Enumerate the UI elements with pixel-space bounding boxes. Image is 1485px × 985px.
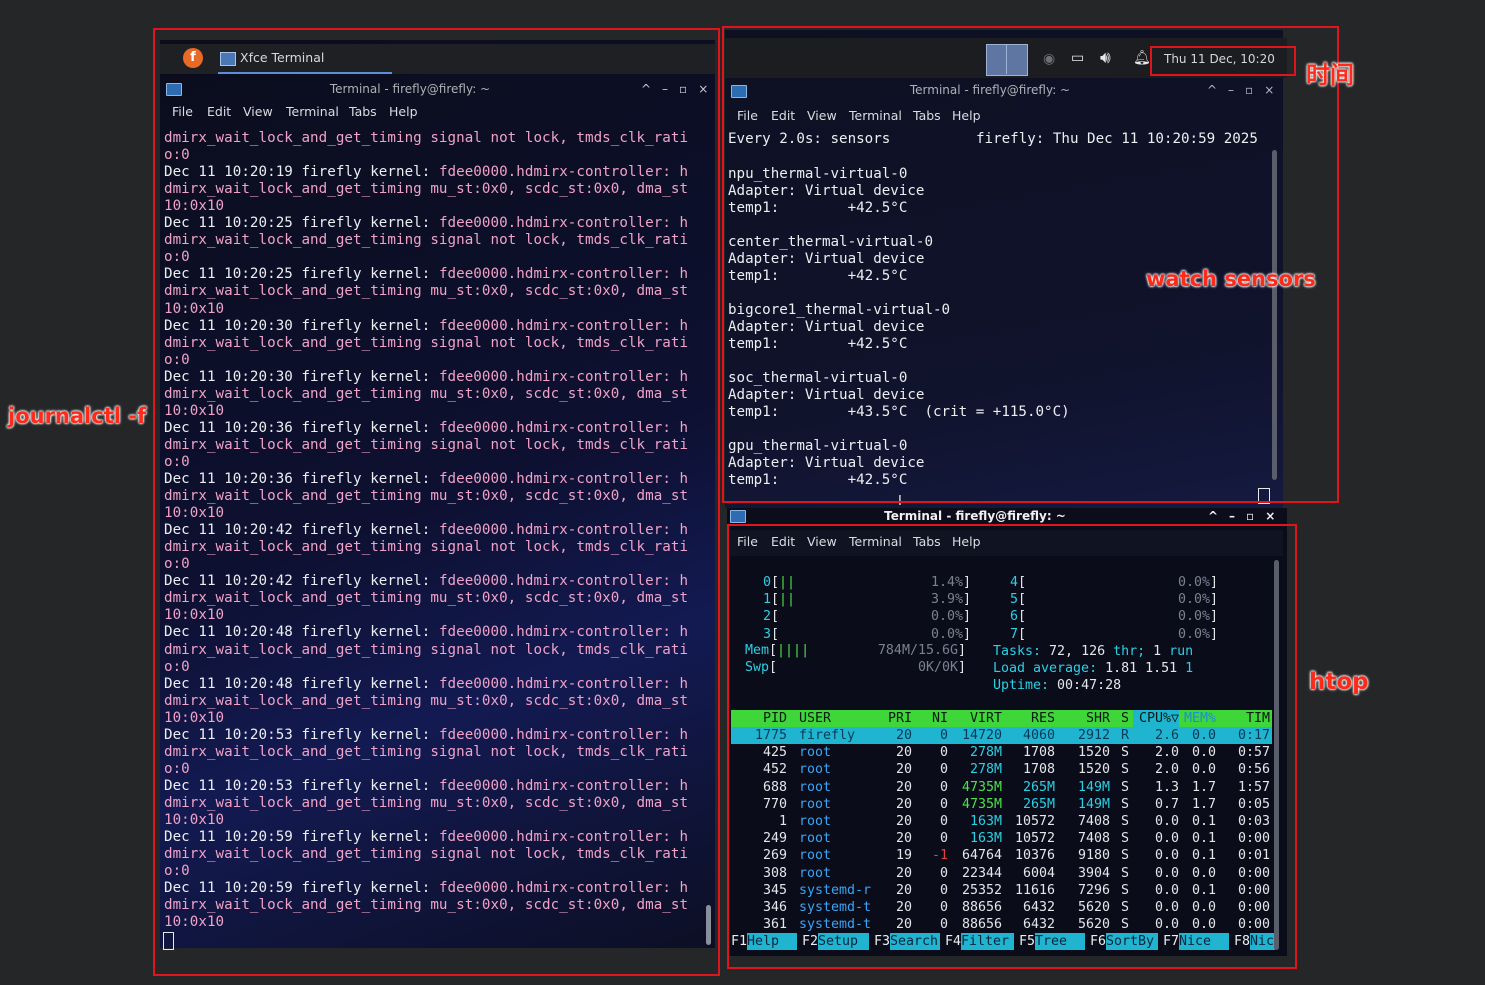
annotation-box-journal (153, 28, 720, 976)
annotation-sensors: watch sensors (1146, 267, 1316, 291)
window-controls[interactable]: ^–▫× (1208, 509, 1286, 523)
annotation-box-htop (727, 524, 1297, 969)
annotation-journal: journalctl -f (8, 404, 147, 428)
annotation-box-clock (1150, 46, 1296, 76)
window-title: Terminal - firefly@firefly: ~ (884, 509, 1066, 523)
annotation-time: 时间 (1306, 61, 1354, 89)
annotation-box-sensors (722, 26, 1339, 503)
annotation-htop: htop (1309, 669, 1369, 695)
terminal-window-icon (730, 510, 746, 523)
